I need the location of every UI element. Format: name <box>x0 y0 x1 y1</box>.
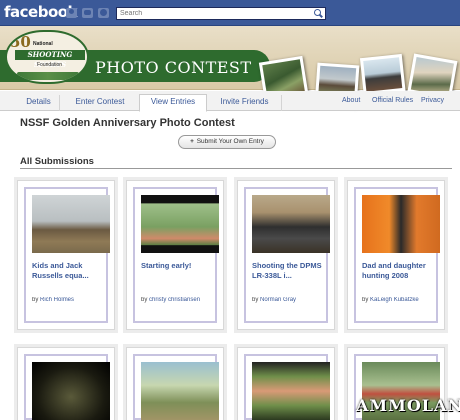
entry-card[interactable] <box>126 347 224 420</box>
section-divider <box>20 168 452 169</box>
banner-title: PHOTO CONTEST <box>95 58 252 77</box>
entry-card[interactable]: Kids and Jack Russells equa... by Rich H… <box>17 180 115 330</box>
entry-photo[interactable] <box>362 195 440 253</box>
entry-card-frame: Shooting the DPMS LR-338L i... by Norman… <box>244 187 330 323</box>
messages-icon[interactable] <box>82 8 93 18</box>
entry-card[interactable]: Shooting the DPMS LR-338L i... by Norman… <box>237 180 335 330</box>
entry-card-frame <box>24 354 110 420</box>
submit-entry-label: Submit Your Own Entry <box>196 138 264 145</box>
submit-entry-button[interactable]: + Submit Your Own Entry <box>178 135 276 149</box>
photo-contest-banner: 50 National SHOOTING SPORTS Foundation P… <box>0 26 460 108</box>
entry-caption[interactable]: Dad and daughter hunting 2008 <box>362 261 442 281</box>
entry-card[interactable]: Dad and daughter hunting 2008 by KaLeigh… <box>347 180 445 330</box>
section-title: All Submissions <box>20 156 94 167</box>
byline-prefix: by <box>252 297 259 303</box>
about-link[interactable]: About <box>342 97 360 104</box>
seal-anniversary-number: 50 <box>10 33 31 51</box>
seal-foundation-text: Foundation <box>37 62 63 68</box>
tab-details[interactable]: Details <box>18 95 60 111</box>
facebook-top-bar: facebook <box>0 0 460 26</box>
entry-photo[interactable] <box>252 362 330 420</box>
entry-photo[interactable] <box>141 362 219 420</box>
entry-author-link[interactable]: Rich Holmes <box>40 297 74 303</box>
byline-prefix: by <box>141 297 148 303</box>
official-rules-link[interactable]: Official Rules <box>372 97 413 104</box>
tab-invite-friends[interactable]: Invite Friends <box>208 95 282 111</box>
page-title: NSSF Golden Anniversary Photo Contest <box>20 117 235 129</box>
search-input[interactable] <box>117 8 307 19</box>
entry-caption[interactable]: Starting early! <box>141 261 221 271</box>
byline-prefix: by <box>362 297 369 303</box>
entry-byline: by Norman Gray <box>252 297 334 303</box>
entry-byline: by christy christiansen <box>141 297 223 303</box>
entry-card-frame <box>244 354 330 420</box>
nssf-logo-seal: 50 National SHOOTING SPORTS Foundation <box>5 30 89 84</box>
contest-tab-bar: Details Enter Contest View Entries Invit… <box>0 91 460 112</box>
search-icon[interactable] <box>314 9 323 18</box>
entry-photo[interactable] <box>252 195 330 253</box>
seal-treeline-graphic <box>17 72 79 80</box>
entry-photo[interactable] <box>32 362 110 420</box>
friend-requests-icon[interactable] <box>66 8 77 18</box>
entry-author-link[interactable]: christy christiansen <box>149 297 200 303</box>
entry-byline: by Rich Holmes <box>32 297 114 303</box>
notifications-globe-icon[interactable] <box>98 8 109 18</box>
entry-photo[interactable] <box>141 195 219 253</box>
entry-card-frame: Dad and daughter hunting 2008 by KaLeigh… <box>354 187 440 323</box>
entry-card[interactable]: Starting early! by christy christiansen <box>126 180 224 330</box>
plus-icon: + <box>190 138 194 145</box>
privacy-link[interactable]: Privacy <box>421 97 444 104</box>
entry-card-frame <box>133 354 219 420</box>
entry-caption[interactable]: Kids and Jack Russells equa... <box>32 261 112 281</box>
byline-prefix: by <box>32 297 39 303</box>
entry-card[interactable] <box>237 347 335 420</box>
banner-photo-image <box>363 57 403 92</box>
entry-card-frame: Kids and Jack Russells equa... by Rich H… <box>24 187 110 323</box>
ammoland-watermark: AMMOLAND <box>356 396 460 415</box>
seal-national-text: National <box>33 41 53 47</box>
entry-author-link[interactable]: Norman Gray <box>260 297 296 303</box>
notification-icons <box>66 8 109 18</box>
tab-view-entries[interactable]: View Entries <box>139 94 207 112</box>
entry-photo[interactable] <box>32 195 110 253</box>
entry-card[interactable] <box>17 347 115 420</box>
tab-enter-contest[interactable]: Enter Contest <box>62 95 138 111</box>
entry-caption[interactable]: Shooting the DPMS LR-338L i... <box>252 261 332 281</box>
entry-byline: by KaLeigh Kubatzke <box>362 297 444 303</box>
entry-author-link[interactable]: KaLeigh Kubatzke <box>370 297 419 303</box>
search-box <box>116 7 326 20</box>
entry-card-frame: Starting early! by christy christiansen <box>133 187 219 323</box>
seal-shooting-sports-text: SHOOTING SPORTS <box>15 50 85 69</box>
